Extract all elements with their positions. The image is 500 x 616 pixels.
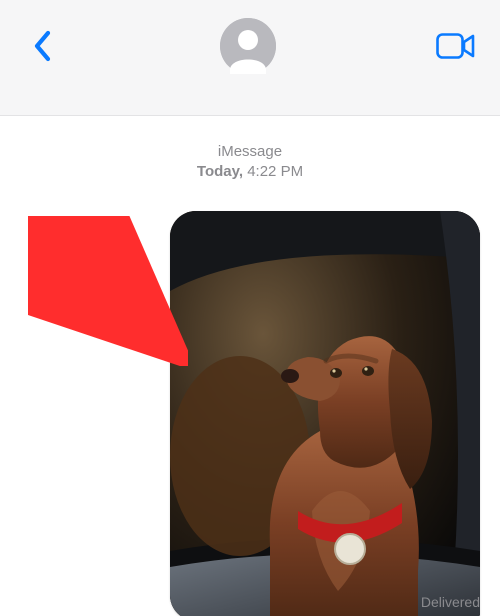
chevron-left-icon bbox=[33, 30, 52, 62]
back-button[interactable] bbox=[22, 26, 62, 66]
service-label: iMessage bbox=[0, 142, 500, 162]
photo-attachment[interactable] bbox=[170, 211, 480, 616]
timestamp-day: Today, bbox=[197, 163, 243, 180]
video-camera-icon bbox=[436, 33, 476, 59]
person-icon bbox=[220, 18, 276, 74]
contact-avatar[interactable] bbox=[220, 18, 276, 74]
thread-timestamp: iMessage Today, 4:22 PM bbox=[0, 142, 500, 183]
dog-photo-icon bbox=[170, 211, 480, 616]
message-thread: iMessage Today, 4:22 PM bbox=[0, 116, 500, 616]
sent-message bbox=[170, 211, 480, 616]
timestamp-time: 4:22 PM bbox=[247, 163, 303, 180]
facetime-button[interactable] bbox=[434, 26, 478, 66]
delivery-status: Delivered bbox=[421, 594, 480, 610]
conversation-header bbox=[0, 0, 500, 116]
annotation-arrow-icon bbox=[28, 216, 188, 366]
